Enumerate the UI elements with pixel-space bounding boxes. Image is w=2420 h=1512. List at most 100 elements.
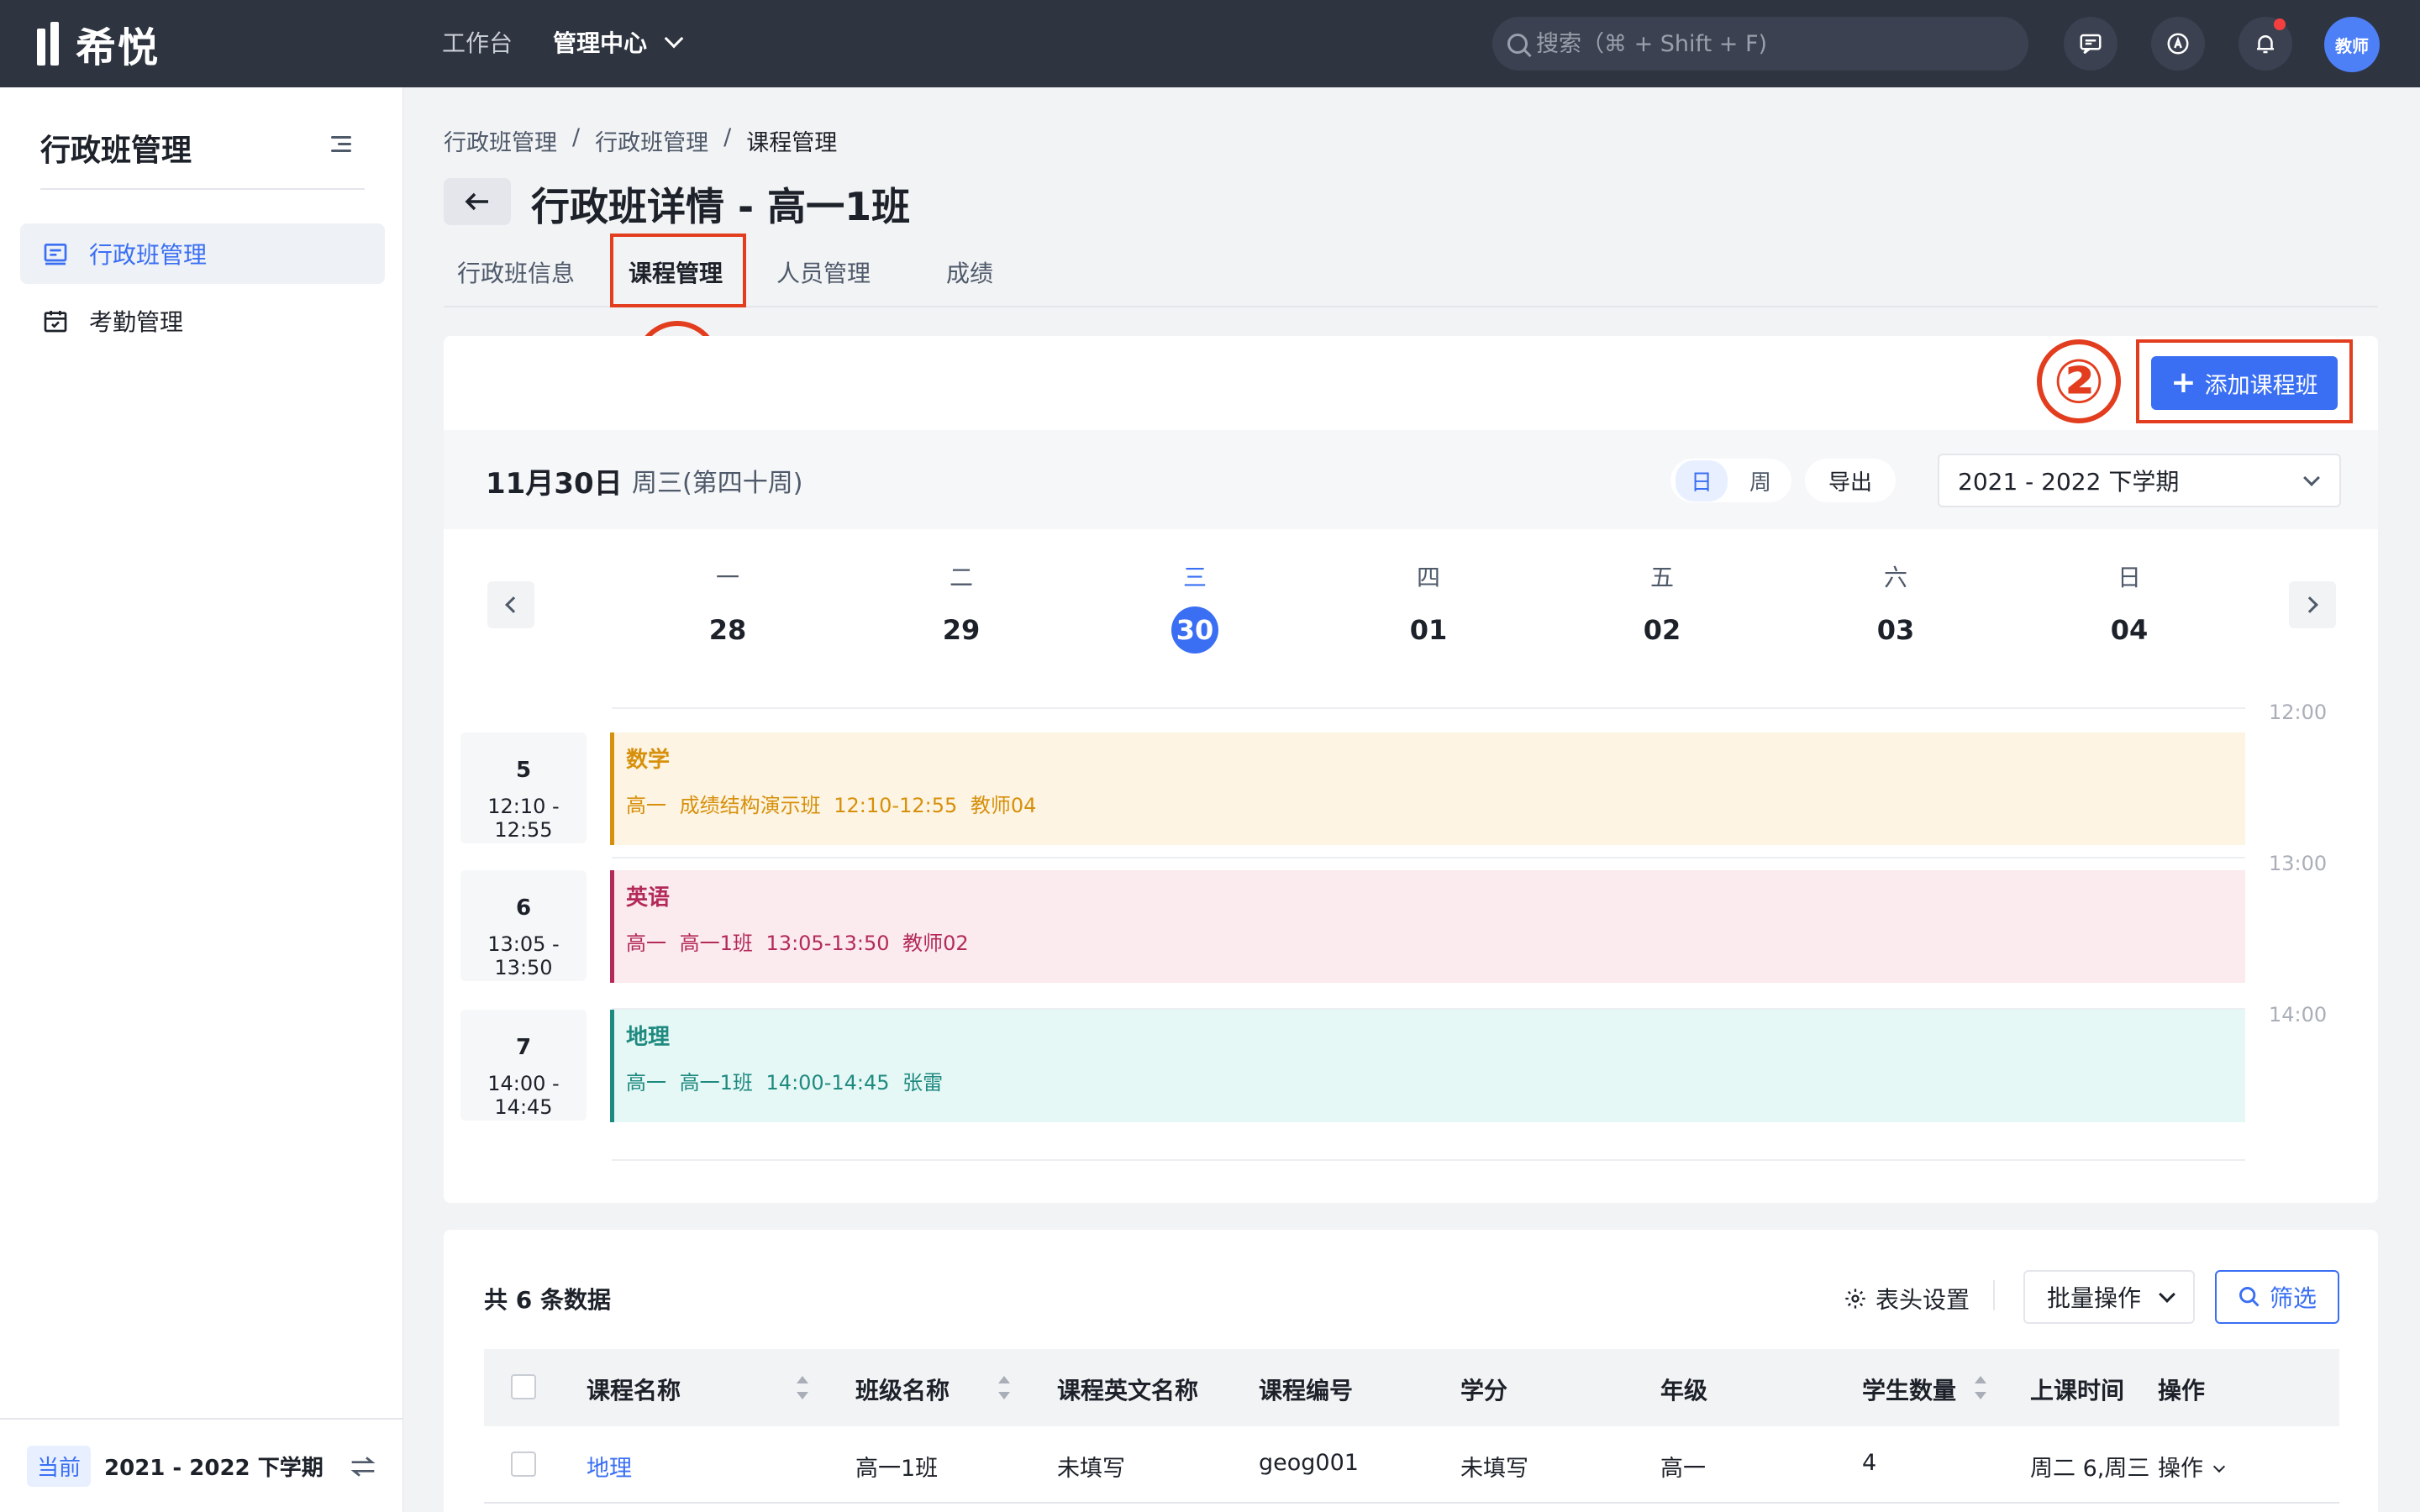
sidebar-item-attendance[interactable]: 考勤管理	[20, 291, 385, 351]
back-button[interactable]	[444, 178, 511, 225]
avatar[interactable]: 教师	[2324, 17, 2380, 72]
period-time: 12:10 - 12:55	[487, 795, 560, 842]
day-number: 29	[942, 614, 981, 646]
breadcrumb-item[interactable]: 行政班管理	[595, 124, 708, 157]
gear-icon	[1845, 1289, 1865, 1309]
column-header-student-count[interactable]: 学生数量	[1862, 1373, 1956, 1406]
week-day-30[interactable]: 三 30	[1144, 559, 1245, 654]
global-search[interactable]	[1492, 17, 2028, 71]
breadcrumb-item[interactable]: 行政班管理	[444, 124, 557, 157]
chevron-down-icon	[2212, 1460, 2226, 1473]
swap-icon[interactable]	[350, 1455, 376, 1478]
breadcrumb-current: 课程管理	[746, 130, 838, 156]
column-header-actions: 操作	[2158, 1377, 2206, 1404]
sort-icon[interactable]	[1975, 1376, 1986, 1399]
timeline-gridline	[612, 1159, 2245, 1161]
lesson-card[interactable]: 地理 高一 高一1班 14:00-14:45 张雷	[610, 1010, 2245, 1122]
column-header-course-name[interactable]: 课程名称	[587, 1373, 681, 1406]
header-settings-button[interactable]: 表头设置	[1844, 1282, 1970, 1315]
chevron-down-icon[interactable]	[664, 29, 684, 49]
column-header-grade: 年级	[1660, 1377, 1708, 1404]
term-select[interactable]: 2021 - 2022 下学期	[1938, 454, 2341, 507]
app-logo[interactable]: 希悦	[37, 20, 160, 71]
week-day-03[interactable]: 六 03	[1845, 559, 1946, 654]
current-badge: 当前	[27, 1445, 92, 1487]
view-week-button[interactable]: 周	[1734, 460, 1786, 501]
period-number: 5	[515, 758, 532, 783]
time-label: 14:00	[2269, 1003, 2328, 1026]
plus-icon: +	[2170, 365, 2196, 400]
record-count: 共 6 条数据	[484, 1286, 611, 1314]
breadcrumb-separator: /	[572, 124, 581, 150]
tab-people-management[interactable]: 人员管理	[776, 255, 871, 289]
filter-button[interactable]: 筛选	[2215, 1270, 2339, 1324]
highlight-box-tab	[610, 234, 746, 307]
row-checkbox[interactable]	[511, 1452, 536, 1477]
add-button-label: 添加课程班	[2204, 372, 2318, 399]
app-store-icon[interactable]	[2151, 17, 2205, 71]
period-time: 13:05 - 13:50	[487, 932, 560, 979]
week-day-29[interactable]: 二 29	[911, 559, 1012, 654]
weekday-label: 六	[1883, 564, 1907, 591]
day-number: 30	[1171, 606, 1218, 654]
lesson-subject: 地理	[626, 1025, 671, 1050]
day-number: 04	[2110, 614, 2149, 646]
chevron-right-icon	[2302, 596, 2318, 613]
table-row: 地理 高一1班 未填写 geog001 未填写 高一 4 周二 6,周三 操作	[484, 1426, 2339, 1504]
nav-admin-center[interactable]: 管理中心	[553, 25, 647, 59]
search-icon	[2239, 1287, 2260, 1307]
export-button[interactable]: 导出	[1805, 459, 1897, 502]
column-header-class-name[interactable]: 班级名称	[855, 1373, 950, 1406]
day-number: 28	[708, 614, 747, 646]
view-day-button[interactable]: 日	[1676, 459, 1728, 501]
sidebar-item-class-management[interactable]: 行政班管理	[20, 223, 385, 284]
tab-grades[interactable]: 成绩	[946, 255, 993, 289]
column-header-credit: 学分	[1460, 1377, 1508, 1404]
batch-operations-button[interactable]: 批量操作	[2023, 1270, 2195, 1324]
top-bar: 希悦 工作台 管理中心 教师	[0, 0, 2420, 87]
lesson-card[interactable]: 英语 高一 高一1班 13:05-13:50 教师02	[610, 870, 2245, 983]
chevron-left-icon	[505, 596, 522, 613]
nav-workbench[interactable]: 工作台	[442, 25, 513, 59]
current-date: 11月30日	[486, 467, 623, 501]
select-all-checkbox[interactable]	[511, 1374, 536, 1399]
collapse-menu-icon[interactable]	[331, 134, 355, 155]
notification-dot	[2274, 18, 2286, 30]
breadcrumb-separator: /	[723, 124, 732, 150]
column-header-course-code: 课程编号	[1259, 1377, 1354, 1404]
day-number: 03	[1876, 614, 1915, 646]
grade-cell: 高一	[1660, 1456, 1706, 1482]
lesson-detail: 高一 高一1班 13:05-13:50 教师02	[626, 932, 969, 955]
period-cell: 7 14:00 - 14:45	[460, 1010, 587, 1121]
english-name-cell: 未填写	[1057, 1456, 1125, 1482]
row-actions-dropdown[interactable]: 操作	[2158, 1450, 2226, 1483]
view-toggle: 日 周	[1670, 459, 1792, 502]
weekday-label: 一	[715, 564, 739, 591]
timeline-gridline	[612, 707, 2245, 709]
sidebar-footer: 当前 2021 - 2022 下学期	[0, 1418, 403, 1512]
week-day-01[interactable]: 四 01	[1378, 559, 1479, 654]
bell-icon[interactable]	[2238, 17, 2292, 71]
sidebar: 行政班管理 行政班管理 考勤管理 当前 2021 - 2022 下学期	[0, 87, 403, 1512]
row-actions-label: 操作	[2158, 1456, 2203, 1482]
column-header-english-name: 课程英文名称	[1057, 1377, 1199, 1404]
weekday-label: 四	[1416, 564, 1440, 591]
week-day-28[interactable]: 一 28	[677, 559, 778, 654]
message-icon[interactable]	[2064, 17, 2118, 71]
prev-week-button[interactable]	[487, 581, 534, 628]
sort-icon[interactable]	[998, 1376, 1010, 1399]
weekday-info: 周三(第四十周)	[632, 469, 803, 498]
timeline-gridline	[612, 857, 2245, 858]
week-day-02[interactable]: 五 02	[1612, 559, 1712, 654]
chevron-down-icon	[2303, 470, 2320, 486]
lesson-card[interactable]: 数学 高一 成绩结构演示班 12:10-12:55 教师04	[610, 732, 2245, 845]
time-label: 13:00	[2269, 852, 2328, 875]
week-day-04[interactable]: 日 04	[2079, 559, 2180, 654]
sort-icon[interactable]	[797, 1376, 808, 1399]
add-course-class-button[interactable]: + 添加课程班	[2151, 356, 2338, 410]
course-name-link[interactable]: 地理	[587, 1450, 632, 1483]
student-count-cell: 4	[1862, 1450, 1877, 1476]
tab-class-info[interactable]: 行政班信息	[457, 255, 575, 289]
search-input[interactable]	[1536, 30, 2007, 57]
next-week-button[interactable]	[2289, 581, 2336, 628]
